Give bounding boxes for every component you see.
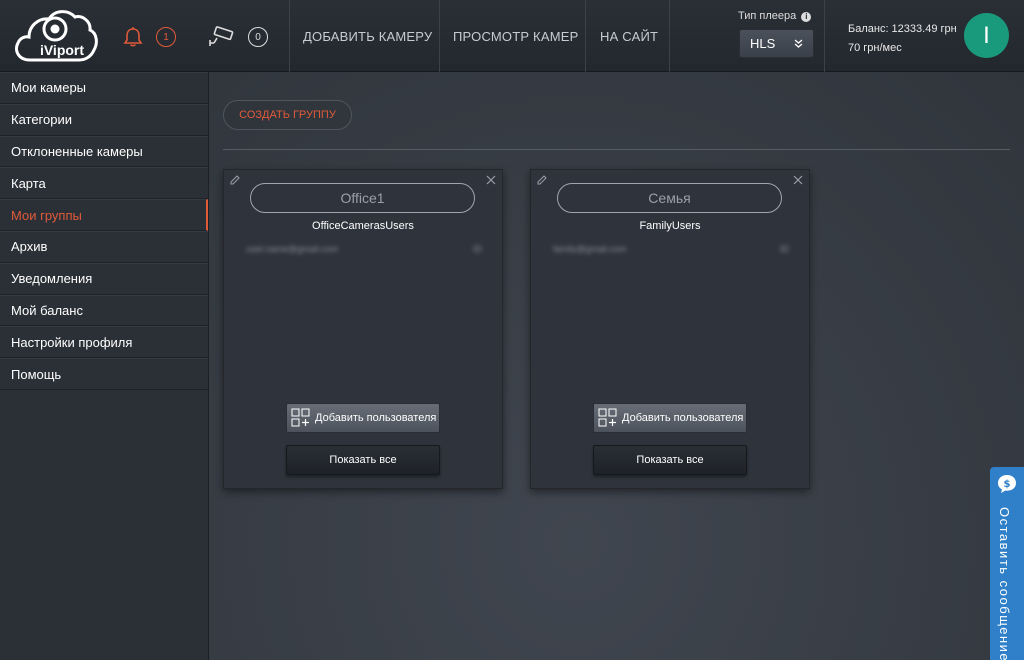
- sidebar-item-my-cameras[interactable]: Мои камеры: [0, 72, 208, 104]
- sidebar-item-map[interactable]: Карта: [0, 167, 208, 200]
- player-type-label: Тип плеера i: [738, 10, 812, 22]
- add-grid-icon: [598, 408, 617, 427]
- player-type-value: HLS: [750, 36, 776, 51]
- group-member-row: user.name@gmail.com ID: [246, 243, 482, 255]
- double-chevron-down-icon: [794, 39, 803, 48]
- cameras-count: 0: [248, 27, 268, 47]
- alerts-indicator[interactable]: 1: [122, 26, 176, 48]
- show-all-button[interactable]: Показать все: [593, 445, 747, 475]
- monthly-rate: 70 грн/мес: [848, 42, 902, 54]
- nav-view-cameras[interactable]: ПРОСМОТР КАМЕР: [453, 0, 578, 72]
- add-user-button[interactable]: Добавить пользователя: [286, 403, 440, 433]
- alerts-count: 1: [156, 27, 176, 47]
- nav-divider: [585, 0, 586, 72]
- bell-icon: [123, 27, 143, 47]
- nav-divider: [289, 0, 290, 72]
- cameras-indicator[interactable]: 0: [208, 26, 268, 48]
- group-name-field[interactable]: Office1: [250, 183, 475, 213]
- nav-divider: [669, 0, 670, 72]
- nav-add-camera[interactable]: ДОБАВИТЬ КАМЕРУ: [303, 0, 432, 72]
- main-content: СОЗДАТЬ ГРУППУ Office1 OfficeCamerasUser…: [209, 72, 1024, 660]
- group-name-field[interactable]: Семья: [557, 183, 782, 213]
- group-member-row: family@gmail.com ID: [553, 243, 789, 255]
- balance-amount: Баланс: 12333.49 грн: [848, 23, 957, 35]
- top-header: iViport 1 0 ДОБАВИТЬ КАМЕРУ ПРОСМОТР КАМ…: [0, 0, 1024, 72]
- add-user-label: Добавить пользователя: [622, 412, 744, 424]
- sidebar-item-rejected-cameras[interactable]: Отклоненные камеры: [0, 135, 208, 168]
- feedback-tab[interactable]: $ Оставить сообщение: [990, 467, 1024, 660]
- sidebar-item-my-groups[interactable]: Мои группы: [0, 199, 208, 231]
- member-email: user.name@gmail.com: [246, 244, 339, 254]
- nav-divider: [824, 0, 825, 72]
- member-email: family@gmail.com: [553, 244, 627, 254]
- close-icon[interactable]: [486, 175, 496, 185]
- sidebar-item-categories[interactable]: Категории: [0, 103, 208, 136]
- group-user-label: OfficeCamerasUsers: [312, 220, 414, 232]
- nav-divider: [439, 0, 440, 72]
- player-type-select[interactable]: HLS: [739, 29, 814, 58]
- info-icon[interactable]: i: [801, 12, 812, 22]
- sidebar-item-help[interactable]: Помощь: [0, 358, 208, 390]
- add-user-button[interactable]: Добавить пользователя: [593, 403, 747, 433]
- sidebar: Мои камеры Категории Отклоненные камеры …: [0, 72, 209, 660]
- add-user-label: Добавить пользователя: [315, 412, 437, 424]
- svg-text:$: $: [1004, 479, 1011, 490]
- sidebar-item-notifications[interactable]: Уведомления: [0, 262, 208, 295]
- avatar[interactable]: I: [964, 13, 1009, 58]
- balance-info: Баланс: 12333.49 грн 70 грн/мес: [848, 20, 957, 58]
- logo-text: iViport: [39, 42, 85, 58]
- member-mark: ID: [780, 244, 789, 254]
- logo[interactable]: iViport: [12, 6, 98, 66]
- group-card: Семья FamilyUsers family@gmail.com ID До…: [530, 169, 810, 489]
- close-icon[interactable]: [793, 175, 803, 185]
- sidebar-item-profile-settings[interactable]: Настройки профиля: [0, 326, 208, 359]
- add-grid-icon: [291, 408, 310, 427]
- chat-dollar-icon: $: [998, 475, 1016, 493]
- group-card: Office1 OfficeCamerasUsers user.name@gma…: [223, 169, 503, 489]
- group-user-label: FamilyUsers: [639, 220, 701, 232]
- player-type-text: Тип плеера: [738, 10, 797, 22]
- sidebar-item-archive[interactable]: Архив: [0, 230, 208, 263]
- feedback-label: Оставить сообщение: [997, 507, 1012, 660]
- edit-icon[interactable]: [230, 175, 240, 185]
- nav-to-site[interactable]: НА САЙТ: [600, 0, 658, 72]
- edit-icon[interactable]: [537, 175, 547, 185]
- sidebar-item-my-balance[interactable]: Мой баланс: [0, 294, 208, 327]
- section-divider: [223, 149, 1010, 150]
- show-all-button[interactable]: Показать все: [286, 445, 440, 475]
- member-mark: ID: [473, 244, 482, 254]
- create-group-button[interactable]: СОЗДАТЬ ГРУППУ: [223, 100, 352, 130]
- security-camera-icon: [209, 26, 234, 46]
